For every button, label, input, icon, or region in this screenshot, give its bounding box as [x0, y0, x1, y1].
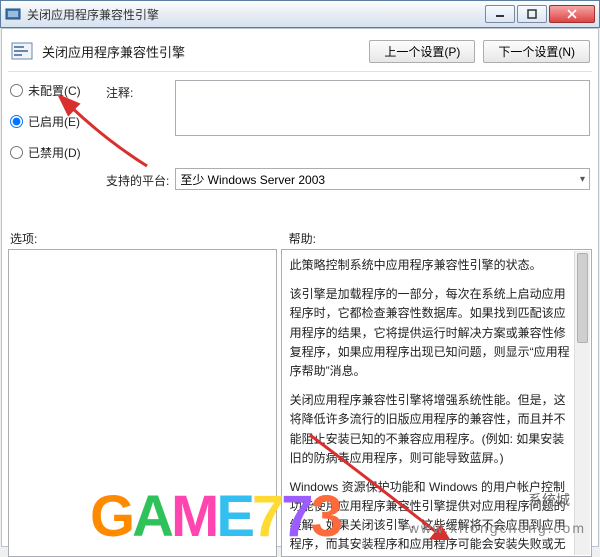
- state-radio-group: 未配置(C) 已启用(E) 已禁用(D): [10, 80, 100, 161]
- scrollbar[interactable]: [574, 251, 590, 555]
- radio-enabled-input[interactable]: [10, 115, 23, 128]
- help-paragraph: 该引擎是加载程序的一部分，每次在系统上启动应用程序时，它都检查兼容性数据库。如果…: [290, 285, 573, 381]
- platform-value: 至少 Windows Server 2003: [180, 171, 325, 188]
- radio-not-configured-input[interactable]: [10, 84, 23, 97]
- app-icon: [5, 6, 21, 22]
- previous-setting-button[interactable]: 上一个设置(P): [369, 40, 475, 63]
- titlebar: 关闭应用程序兼容性引擎: [0, 0, 600, 28]
- radio-enabled-label: 已启用(E): [28, 113, 80, 130]
- radio-disabled-label: 已禁用(D): [28, 144, 81, 161]
- policy-title: 关闭应用程序兼容性引擎: [42, 42, 361, 61]
- help-paragraph: Windows 资源保护功能和 Windows 的用户帐户控制功能使用应用程序兼…: [290, 478, 573, 557]
- comment-textarea[interactable]: [175, 80, 590, 136]
- radio-not-configured-label: 未配置(C): [28, 82, 81, 99]
- chevron-down-icon: ▾: [580, 174, 585, 185]
- platform-select[interactable]: 至少 Windows Server 2003 ▾: [175, 168, 590, 190]
- minimize-button[interactable]: [485, 5, 515, 23]
- panes: 此策略控制系统中应用程序兼容性引擎的状态。 该引擎是加载程序的一部分，每次在系统…: [8, 249, 592, 557]
- options-label: 选项:: [8, 230, 277, 247]
- radio-enabled[interactable]: 已启用(E): [10, 113, 100, 130]
- help-label: 帮助:: [277, 230, 592, 247]
- comment-label: 注释:: [106, 80, 169, 101]
- close-button[interactable]: [549, 5, 595, 23]
- help-paragraph: 关闭应用程序兼容性引擎将增强系统性能。但是，这将降低许多流行的旧版应用程序的兼容…: [290, 391, 573, 468]
- next-setting-button[interactable]: 下一个设置(N): [483, 40, 590, 63]
- radio-not-configured[interactable]: 未配置(C): [10, 82, 100, 99]
- radio-disabled-input[interactable]: [10, 146, 23, 159]
- maximize-button[interactable]: [517, 5, 547, 23]
- window-buttons: [485, 5, 595, 23]
- columns-header: 选项: 帮助:: [8, 230, 592, 247]
- header-row: 关闭应用程序兼容性引擎 上一个设置(P) 下一个设置(N): [8, 35, 592, 72]
- options-pane: [8, 249, 277, 557]
- help-pane[interactable]: 此策略控制系统中应用程序兼容性引擎的状态。 该引擎是加载程序的一部分，每次在系统…: [281, 249, 592, 557]
- client-area: 关闭应用程序兼容性引擎 上一个设置(P) 下一个设置(N) 未配置(C) 已启用…: [1, 28, 599, 547]
- radio-disabled[interactable]: 已禁用(D): [10, 144, 100, 161]
- window-title: 关闭应用程序兼容性引擎: [27, 6, 485, 23]
- platform-label: 支持的平台:: [106, 168, 169, 189]
- help-paragraph: 此策略控制系统中应用程序兼容性引擎的状态。: [290, 256, 573, 275]
- scrollbar-thumb[interactable]: [577, 253, 588, 343]
- policy-icon: [10, 39, 34, 63]
